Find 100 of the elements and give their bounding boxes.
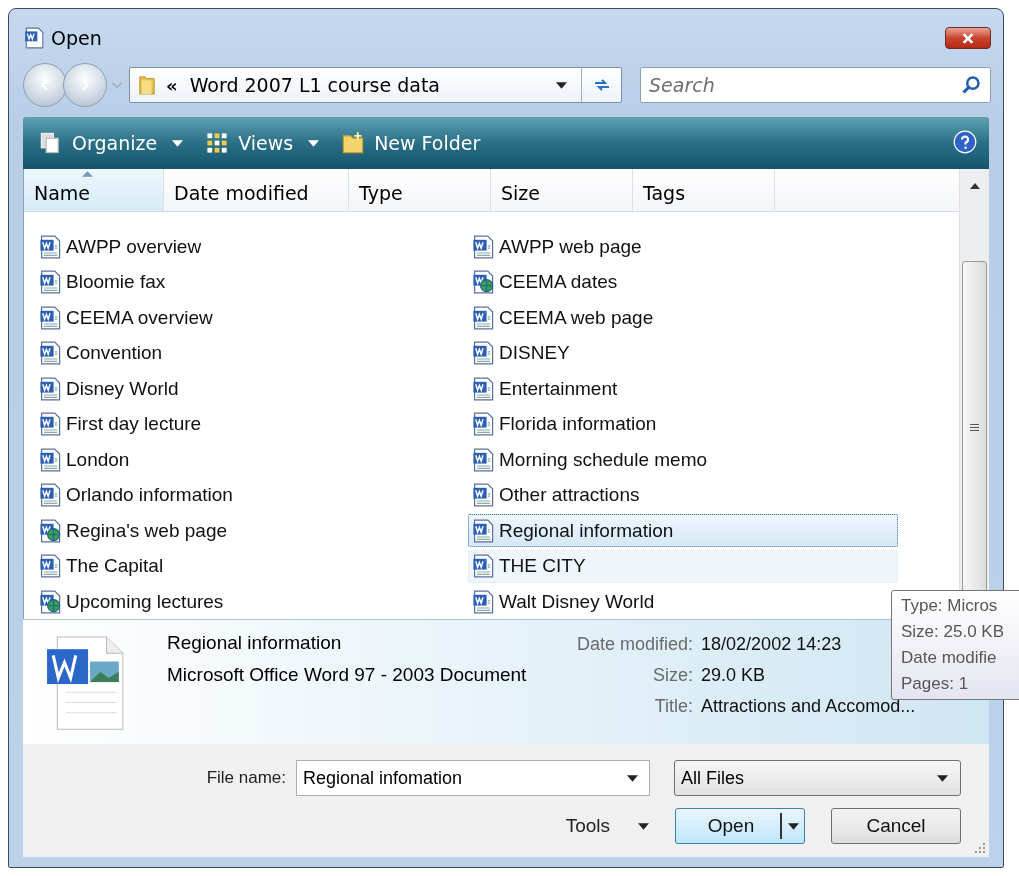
- sort-arrow-icon: [82, 171, 93, 177]
- column-header[interactable]: Name: [24, 169, 164, 211]
- file-item[interactable]: CEEMA web page: [468, 301, 898, 334]
- new-folder-icon: [341, 131, 366, 155]
- caret-icon: [638, 822, 649, 830]
- open-button[interactable]: Open: [675, 808, 805, 844]
- resize-grip-icon[interactable]: [975, 843, 985, 853]
- column-header[interactable]: Size: [491, 169, 633, 211]
- tooltip-line: Size: 25.0 KB: [901, 622, 1005, 642]
- file-name: AWPP overview: [66, 235, 202, 258]
- close-icon: [961, 32, 975, 44]
- help-icon: [953, 129, 977, 154]
- cancel-button[interactable]: Cancel: [831, 808, 961, 844]
- file-item[interactable]: Orlando information: [35, 478, 465, 512]
- caret-icon: [172, 139, 184, 147]
- scroll-thumb[interactable]: [962, 261, 987, 593]
- file-name: London: [66, 448, 130, 471]
- search-icon: [961, 75, 981, 95]
- word-document-icon: [471, 483, 495, 507]
- word-document-icon: [38, 305, 62, 330]
- word-document-icon: [38, 234, 62, 259]
- file-item[interactable]: Upcoming lectures: [35, 585, 465, 618]
- column-header[interactable]: Date modified: [164, 169, 349, 211]
- file-item[interactable]: Bloomie fax: [35, 265, 465, 299]
- file-item[interactable]: Entertainment: [468, 372, 898, 405]
- caret-icon: [787, 822, 799, 830]
- file-item[interactable]: AWPP overview: [35, 230, 465, 263]
- word-document-icon: [471, 376, 495, 401]
- file-name-label: File name:: [206, 768, 286, 788]
- caret-icon: [308, 139, 320, 147]
- folder-icon: [138, 73, 156, 97]
- word-document-icon: [38, 554, 62, 578]
- file-item[interactable]: Florida information: [468, 407, 898, 441]
- file-type-dropdown[interactable]: All Files: [674, 760, 961, 796]
- file-item[interactable]: Regional information: [468, 514, 898, 547]
- file-name: Upcoming lectures: [66, 590, 224, 613]
- file-name: DISNEY: [499, 342, 570, 364]
- file-item[interactable]: AWPP web page: [468, 230, 898, 263]
- selected-file-type: Microsoft Office Word 97 - 2003 Document: [167, 664, 528, 686]
- file-name: Disney World: [66, 377, 179, 400]
- file-name: Convention: [66, 342, 163, 364]
- web-document-icon: [38, 518, 62, 543]
- file-item[interactable]: First day lecture: [35, 407, 465, 441]
- breadcrumb-overflow[interactable]: «: [166, 74, 178, 96]
- file-item[interactable]: Convention: [35, 336, 465, 370]
- toolbar-button[interactable]: Organize: [35, 129, 188, 157]
- word-document-icon: [471, 518, 495, 543]
- detail-label: Date modified:: [577, 634, 694, 655]
- file-name: Entertainment: [499, 377, 618, 400]
- word-document-icon: [471, 234, 495, 259]
- word-document-icon: [38, 376, 62, 401]
- file-name: The Capital: [66, 555, 164, 577]
- column-header[interactable]: Tags: [633, 169, 775, 211]
- dropdown-arrow-icon[interactable]: [627, 775, 638, 782]
- file-item[interactable]: Other attractions: [468, 478, 898, 512]
- word-document-icon: [471, 589, 495, 614]
- tooltip-line: Date modifie: [901, 648, 998, 668]
- tools-button[interactable]: Tools: [565, 815, 649, 837]
- web-document-icon: [471, 270, 495, 294]
- detail-label: Size:: [653, 665, 694, 686]
- toolbar-button[interactable]: New Folder: [337, 129, 485, 157]
- address-bar[interactable]: « Word 2007 L1 course data: [129, 67, 622, 103]
- word-document-icon: [471, 412, 495, 436]
- file-item[interactable]: The Capital: [35, 549, 465, 583]
- web-document-icon: [38, 589, 62, 614]
- file-item[interactable]: Morning schedule memo: [468, 443, 898, 476]
- file-name: CEEMA overview: [66, 306, 213, 329]
- toolbar-button[interactable]: Views: [201, 129, 324, 157]
- detail-value: 29.0 KB: [701, 665, 766, 686]
- file-item[interactable]: CEEMA dates: [468, 265, 898, 299]
- tooltip-line: Type: Micros: [901, 596, 999, 616]
- file-name: First day lecture: [66, 413, 202, 435]
- search-field[interactable]: Search: [640, 67, 991, 103]
- file-name: CEEMA dates: [499, 271, 618, 293]
- word-document-icon: [38, 341, 62, 365]
- file-name-field[interactable]: Regional infomation: [296, 760, 650, 796]
- word-document-icon: [471, 447, 495, 472]
- file-item[interactable]: Disney World: [35, 372, 465, 405]
- word-document-icon: [471, 554, 495, 578]
- detail-value: 18/02/2002 14:23: [701, 634, 842, 655]
- file-item[interactable]: THE CITY: [468, 549, 898, 583]
- dropdown-arrow-icon[interactable]: [556, 81, 567, 89]
- file-name: Morning schedule memo: [499, 448, 708, 471]
- grid-icon: [205, 131, 230, 155]
- up-arrow-icon: [969, 183, 980, 189]
- file-item[interactable]: Regina's web page: [35, 514, 465, 547]
- file-item[interactable]: London: [35, 443, 465, 476]
- word-document-icon: [38, 412, 62, 436]
- file-name: AWPP web page: [499, 235, 642, 258]
- file-name: Florida information: [499, 413, 657, 435]
- file-name: Regional information: [499, 519, 674, 542]
- file-item[interactable]: CEEMA overview: [35, 301, 465, 334]
- column-header[interactable]: Type: [349, 169, 491, 211]
- file-name: Regina's web page: [66, 519, 228, 542]
- file-item[interactable]: DISNEY: [468, 336, 898, 370]
- file-item[interactable]: Walt Disney World: [468, 585, 898, 618]
- dropdown-arrow-icon: [937, 774, 948, 782]
- file-name: Other attractions: [499, 484, 640, 506]
- word-icon: [23, 27, 45, 49]
- close-button[interactable]: [945, 27, 991, 49]
